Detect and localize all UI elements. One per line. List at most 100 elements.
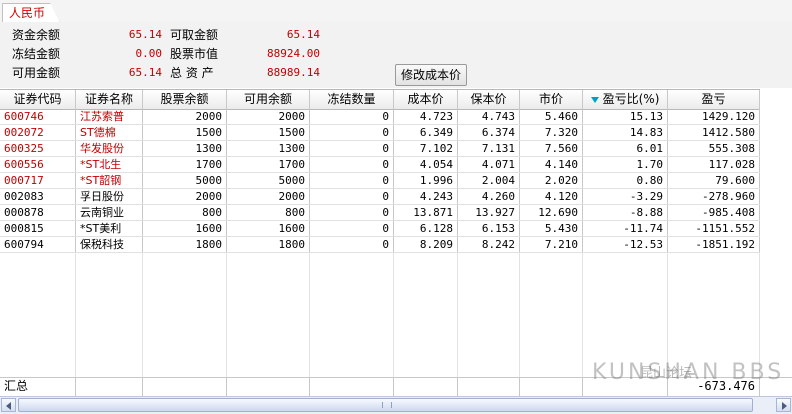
header-pl-pct[interactable]: 盈亏比(%) [583, 90, 668, 109]
cell-price: 5.460 [520, 109, 583, 124]
cell-available: 800 [227, 205, 310, 220]
cell-breakeven: 6.153 [458, 221, 520, 236]
grip-icon [381, 402, 392, 408]
cell-name: 云南铜业 [76, 205, 143, 220]
horizontal-scrollbar[interactable] [0, 396, 792, 414]
cell-breakeven: 4.743 [458, 109, 520, 124]
header-name[interactable]: 证券名称 [76, 90, 143, 109]
cell-price: 12.690 [520, 205, 583, 220]
cash-balance-label: 资金余额 [12, 28, 61, 42]
cell-cost: 6.349 [394, 125, 458, 140]
cell-cost: 7.102 [394, 141, 458, 156]
cell-balance: 1600 [143, 221, 227, 236]
cell-cost: 6.128 [394, 221, 458, 236]
scrollbar-thumb[interactable] [18, 398, 753, 412]
cell-frozen: 0 [310, 141, 394, 156]
cell-pl: 1412.580 [668, 125, 760, 140]
cell-code: 600794 [0, 237, 76, 252]
cell-balance: 1500 [143, 125, 227, 140]
cell-balance: 5000 [143, 173, 227, 188]
cell-pl: 555.308 [668, 141, 760, 156]
cell-breakeven: 4.071 [458, 157, 520, 172]
cell-pl-pct: -8.88 [583, 205, 668, 220]
cell-cost: 13.871 [394, 205, 458, 220]
cell-pl: 1429.120 [668, 109, 760, 124]
arrow-right-icon [782, 402, 787, 410]
table-row[interactable]: 000717 *ST韶钢 5000 5000 0 1.996 2.004 2.020 0.80 7… [0, 173, 760, 189]
cell-available: 1300 [227, 141, 310, 156]
header-available[interactable]: 可用余额 [227, 90, 310, 109]
cell-breakeven: 2.004 [458, 173, 520, 188]
table-row[interactable]: 002083 孚日股份 2000 2000 0 4.243 4.260 4.120 -3.29-… [0, 189, 760, 205]
cell-balance: 800 [143, 205, 227, 220]
cell-price: 4.120 [520, 189, 583, 204]
cell-code: 002083 [0, 189, 76, 204]
cell-breakeven: 6.374 [458, 125, 520, 140]
cell-breakeven: 7.131 [458, 141, 520, 156]
header-code[interactable]: 证券代码 [0, 90, 76, 109]
cell-pl: -1151.552 [668, 221, 760, 236]
table-row[interactable]: 600556 *ST北生 1700 1700 0 4.054 4.071 4.140 1.70 1… [0, 157, 760, 173]
header-breakeven[interactable]: 保本价 [458, 90, 520, 109]
cell-name: 江苏索普 [76, 109, 143, 124]
cell-available: 2000 [227, 189, 310, 204]
cell-cost: 8.209 [394, 237, 458, 252]
cell-code: 600746 [0, 109, 76, 124]
table-row[interactable]: 600325 华发股份 1300 1300 0 7.102 7.131 7.560 6.01 55… [0, 141, 760, 157]
sort-desc-icon [590, 96, 599, 103]
cell-balance: 2000 [143, 189, 227, 204]
total-assets-value: 88989.14 [267, 66, 320, 79]
table-row[interactable]: 600746 江苏索普 2000 2000 0 4.723 4.743 5.460 15.13 1… [0, 109, 760, 125]
cell-frozen: 0 [310, 221, 394, 236]
withdrawable-label: 可取金额 [170, 28, 219, 42]
table-header: 证券代码 证券名称 股票余额 可用余额 冻结数量 成本价 保本价 市价 盈亏比(… [0, 89, 760, 110]
cell-code: 000878 [0, 205, 76, 220]
cell-balance: 1700 [143, 157, 227, 172]
cell-balance: 1800 [143, 237, 227, 252]
cell-breakeven: 4.260 [458, 189, 520, 204]
cell-code: 000815 [0, 221, 76, 236]
cell-pl-pct: -3.29 [583, 189, 668, 204]
cell-frozen: 0 [310, 205, 394, 220]
cell-name: 华发股份 [76, 141, 143, 156]
cell-balance: 1300 [143, 141, 227, 156]
cell-pl-pct: 1.70 [583, 157, 668, 172]
cell-frozen: 0 [310, 173, 394, 188]
cell-price: 5.430 [520, 221, 583, 236]
table-row[interactable]: 000815 *ST美利 1600 1600 0 6.128 6.153 5.430 -11.7… [0, 221, 760, 237]
cell-cost: 1.996 [394, 173, 458, 188]
cell-pl: 79.600 [668, 173, 760, 188]
scroll-right-button[interactable] [776, 398, 791, 412]
account-summary: 资金余额 65.14 可取金额 65.14 冻结金额 0.00 股票市值 889… [0, 22, 792, 88]
cell-price: 7.320 [520, 125, 583, 140]
cell-frozen: 0 [310, 237, 394, 252]
table-row[interactable]: 002072 ST德棉 1500 1500 0 6.349 6.374 7.320 14.83 1… [0, 125, 760, 141]
cell-name: *ST美利 [76, 221, 143, 236]
header-price[interactable]: 市价 [520, 90, 583, 109]
cell-pl-pct: 0.80 [583, 173, 668, 188]
table-row[interactable]: 600794 保税科技 1800 1800 0 8.209 8.242 7.210 -12.53… [0, 237, 760, 253]
tab-rmb[interactable]: 人民币 [2, 3, 60, 23]
cell-pl: -1851.192 [668, 237, 760, 252]
cell-code: 600325 [0, 141, 76, 156]
header-cost[interactable]: 成本价 [394, 90, 458, 109]
cell-name: ST德棉 [76, 125, 143, 140]
cell-breakeven: 8.242 [458, 237, 520, 252]
cell-cost: 4.723 [394, 109, 458, 124]
header-balance[interactable]: 股票余额 [143, 90, 227, 109]
cell-code: 002072 [0, 125, 76, 140]
cell-balance: 2000 [143, 109, 227, 124]
cell-available: 5000 [227, 173, 310, 188]
cell-price: 4.140 [520, 157, 583, 172]
cell-pl: 117.028 [668, 157, 760, 172]
cell-name: *ST韶钢 [76, 173, 143, 188]
cell-frozen: 0 [310, 157, 394, 172]
table-row[interactable]: 000878 云南铜业 800 800 0 13.871 13.927 12.690 -8.88… [0, 205, 760, 221]
scroll-left-button[interactable] [1, 398, 16, 412]
header-pl[interactable]: 盈亏 [668, 90, 760, 109]
header-frozen[interactable]: 冻结数量 [310, 90, 394, 109]
market-value-value: 88924.00 [267, 47, 320, 60]
modify-cost-button[interactable]: 修改成本价 [395, 64, 467, 86]
cell-frozen: 0 [310, 125, 394, 140]
cell-pl-pct: 14.83 [583, 125, 668, 140]
